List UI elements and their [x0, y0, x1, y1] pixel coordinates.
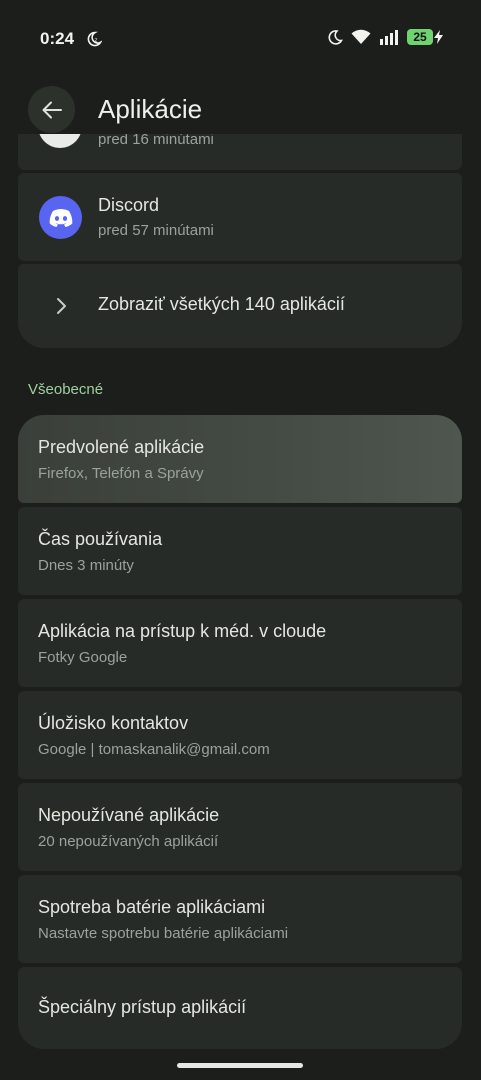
- app-icon: [38, 134, 82, 148]
- status-time: 0:24: [40, 29, 75, 48]
- settings-item-unused-apps[interactable]: Nepoužívané aplikácie 20 nepoužívaných a…: [18, 783, 462, 871]
- settings-item-app-battery-usage[interactable]: Spotreba batérie aplikáciami Nastavte sp…: [18, 875, 462, 963]
- page-title: Aplikácie: [98, 94, 203, 124]
- settings-item-title: Spotreba batérie aplikáciami: [38, 897, 266, 917]
- app-bar: Aplikácie: [0, 86, 481, 134]
- settings-item-subtitle: Dnes 3 minúty: [38, 557, 134, 574]
- moon-icon: [328, 30, 343, 45]
- recent-app-item-discord[interactable]: Discord pred 57 minútami: [18, 173, 462, 261]
- dnd-moon-icon: z: [87, 31, 102, 47]
- discord-icon: [39, 196, 82, 239]
- signal-icon: [380, 30, 398, 45]
- settings-item-cloud-media-app[interactable]: Aplikácia na prístup k méd. v cloude Fot…: [18, 599, 462, 687]
- battery-icon: 25: [407, 29, 443, 45]
- recent-app-time: pred 57 minútami: [98, 222, 214, 239]
- recent-app-name: Discord: [98, 195, 160, 215]
- recent-app-item-partial[interactable]: pred 16 minútami: [18, 134, 462, 170]
- settings-item-special-app-access[interactable]: Špeciálny prístup aplikácií: [18, 967, 462, 1049]
- svg-text:z: z: [95, 38, 98, 44]
- settings-item-contacts-storage[interactable]: Úložisko kontaktov Google | tomaskanalik…: [18, 691, 462, 779]
- see-all-apps-button[interactable]: Zobraziť všetkých 140 aplikácií: [18, 264, 462, 348]
- recent-app-time: pred 16 minútami: [98, 134, 214, 148]
- settings-item-subtitle: Fotky Google: [38, 649, 128, 666]
- settings-item-screen-time[interactable]: Čas používania Dnes 3 minúty: [18, 507, 462, 595]
- home-indicator[interactable]: [177, 1063, 303, 1068]
- settings-item-subtitle: Nastavte spotrebu batérie aplikáciami: [38, 925, 289, 942]
- arrow-back-icon: [42, 101, 62, 118]
- settings-item-default-apps[interactable]: Predvolené aplikácie Firefox, Telefón a …: [18, 415, 462, 503]
- settings-item-subtitle: Google | tomaskanalik@gmail.com: [38, 741, 270, 758]
- settings-item-title: Špeciálny prístup aplikácií: [38, 997, 247, 1017]
- wifi-icon: [351, 29, 371, 44]
- settings-item-title: Aplikácia na prístup k méd. v cloude: [38, 621, 327, 641]
- status-bar: 0:24 z 25: [0, 0, 481, 76]
- section-header-general: Všeobecné: [28, 381, 104, 398]
- back-button[interactable]: [28, 86, 75, 133]
- battery-level: 25: [407, 29, 433, 45]
- chevron-right-icon: [57, 298, 66, 314]
- see-all-apps-label: Zobraziť všetkých 140 aplikácií: [98, 294, 345, 314]
- settings-item-title: Čas používania: [38, 529, 163, 549]
- charging-bolt-icon: [434, 30, 443, 44]
- settings-item-subtitle: 20 nepoužívaných aplikácií: [38, 833, 219, 850]
- settings-item-title: Úložisko kontaktov: [38, 713, 189, 733]
- settings-item-title: Nepoužívané aplikácie: [38, 805, 220, 825]
- settings-item-subtitle: Firefox, Telefón a Správy: [38, 465, 204, 482]
- settings-item-title: Predvolené aplikácie: [38, 437, 205, 457]
